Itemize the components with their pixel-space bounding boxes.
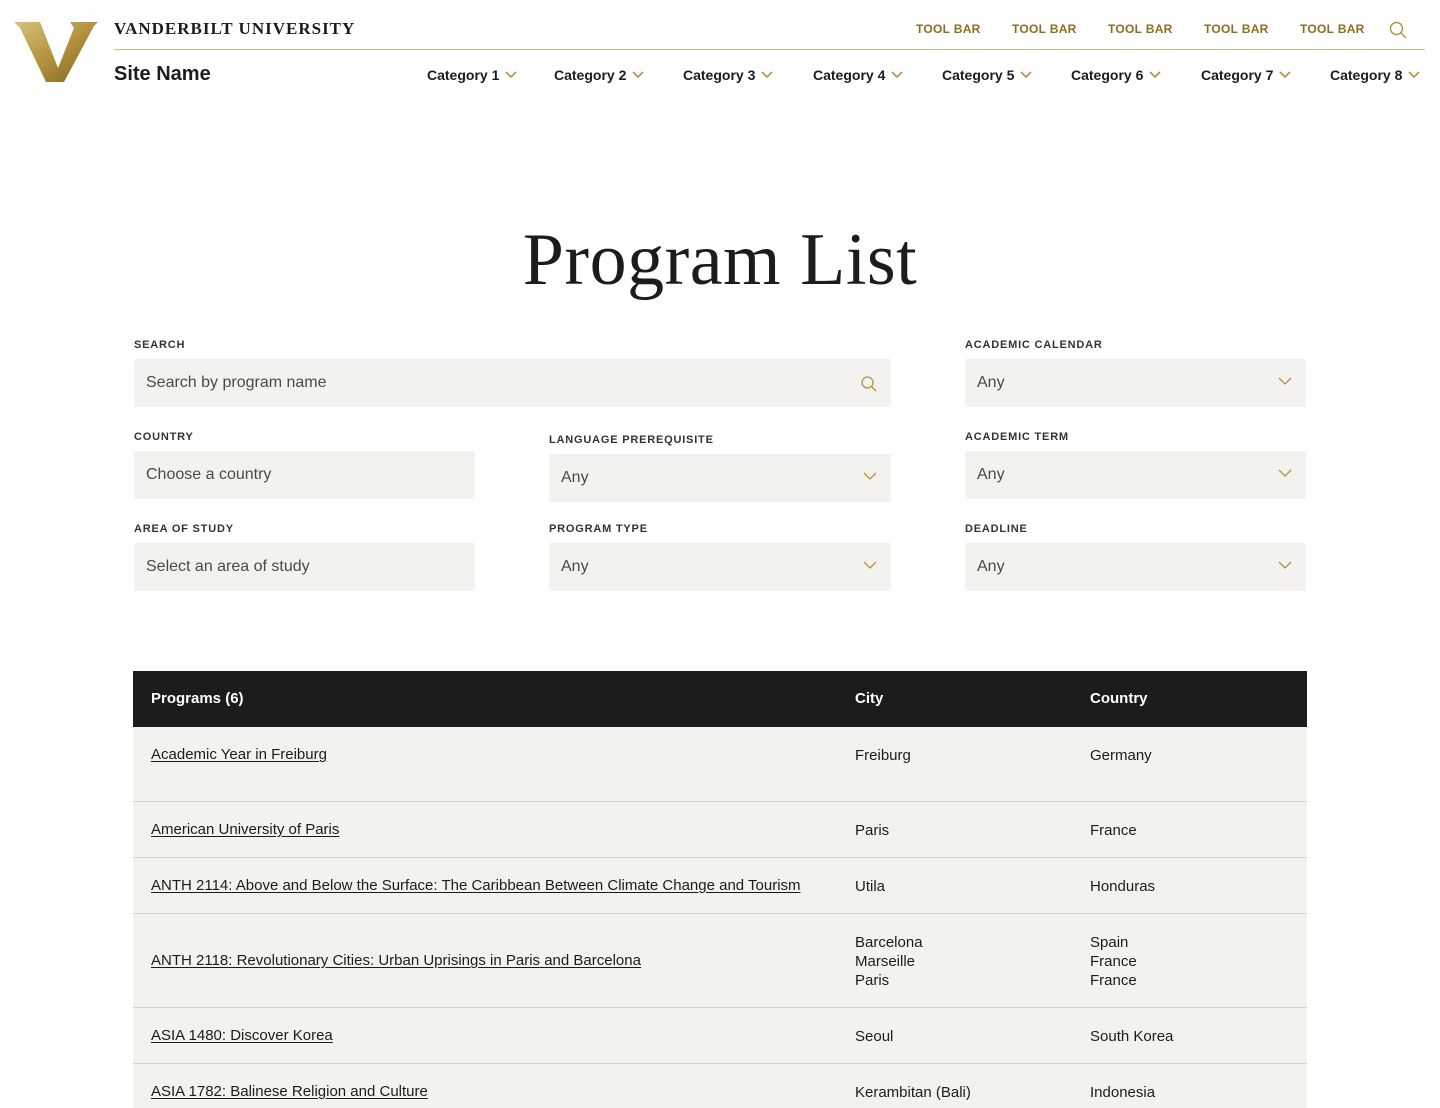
main-nav: Category 1 Category 2 Category 3 Categor… <box>0 67 1440 87</box>
chevron-down-icon <box>863 561 877 569</box>
nav-category-5[interactable]: Category 5 <box>942 67 1032 83</box>
city-cell: Paris <box>855 822 890 839</box>
program-link[interactable]: ASIA 1782: Balinese Religion and Culture <box>151 1083 428 1100</box>
country-placeholder: Choose a country <box>146 466 272 483</box>
country-cell: Honduras <box>1090 878 1156 895</box>
table-row: Academic Year in Freiburg Freiburg Germa… <box>133 727 1307 802</box>
search-input[interactable]: Search by program name <box>134 359 891 407</box>
table-row: ASIA 1480: Discover Korea Seoul South Ko… <box>133 1008 1307 1064</box>
chevron-down-icon <box>761 71 773 79</box>
chevron-down-icon <box>1020 71 1032 79</box>
program-link[interactable]: ANTH 2118: Revolutionary Cities: Urban U… <box>151 952 641 969</box>
city-cell: Freiburg <box>855 747 911 764</box>
toolbar-link-3[interactable]: TOOL BAR <box>1108 22 1173 36</box>
programs-column-header[interactable]: Programs (6) <box>151 690 244 707</box>
chevron-down-icon <box>1279 71 1291 79</box>
nav-category-1[interactable]: Category 1 <box>427 67 517 83</box>
header-divider <box>114 49 1425 50</box>
nav-category-2[interactable]: Category 2 <box>554 67 644 83</box>
university-wordmark[interactable]: VANDERBILT UNIVERSITY <box>114 19 355 39</box>
academic-calendar-label: ACADEMIC CALENDAR <box>965 339 1103 351</box>
nav-category-6[interactable]: Category 6 <box>1071 67 1161 83</box>
city-cell: Utila <box>855 878 886 895</box>
deadline-value: Any <box>977 558 1005 575</box>
country-cell: Germany <box>1090 747 1152 764</box>
city-cell: Barcelona Marseille Paris <box>855 934 923 989</box>
academic-calendar-select[interactable]: Any <box>965 359 1306 407</box>
academic-term-select[interactable]: Any <box>965 451 1306 499</box>
city-column-header[interactable]: City <box>855 690 883 707</box>
toolbar-link-1[interactable]: TOOL BAR <box>916 22 981 36</box>
academic-term-value: Any <box>977 466 1005 483</box>
chevron-down-icon <box>1408 71 1420 79</box>
table-row: ANTH 2114: Above and Below the Surface: … <box>133 858 1307 914</box>
program-type-select[interactable]: Any <box>549 543 891 591</box>
country-input[interactable]: Choose a country <box>134 451 475 499</box>
toolbar-link-4[interactable]: TOOL BAR <box>1204 22 1269 36</box>
country-cell: Spain France France <box>1090 934 1137 989</box>
language-prerequisite-label: LANGUAGE PREREQUISITE <box>549 434 714 446</box>
chevron-down-icon <box>1149 71 1161 79</box>
toolbar-link-2[interactable]: TOOL BAR <box>1012 22 1077 36</box>
deadline-select[interactable]: Any <box>965 543 1306 591</box>
nav-category-8[interactable]: Category 8 <box>1330 67 1420 83</box>
chevron-down-icon <box>1278 377 1292 385</box>
program-link[interactable]: ANTH 2114: Above and Below the Surface: … <box>151 877 801 894</box>
country-label: COUNTRY <box>134 431 194 443</box>
search-label: SEARCH <box>134 339 186 351</box>
chevron-down-icon <box>505 71 517 79</box>
academic-calendar-value: Any <box>977 374 1005 391</box>
academic-term-label: ACADEMIC TERM <box>965 431 1069 443</box>
table-header: Programs (6) City Country <box>133 671 1307 727</box>
table-row: ANTH 2118: Revolutionary Cities: Urban U… <box>133 914 1307 1008</box>
program-type-label: PROGRAM TYPE <box>549 523 648 535</box>
nav-category-3[interactable]: Category 3 <box>683 67 773 83</box>
program-link[interactable]: American University of Paris <box>151 821 339 838</box>
table-row: American University of Paris Paris Franc… <box>133 802 1307 858</box>
program-link[interactable]: ASIA 1480: Discover Korea <box>151 1027 333 1044</box>
area-of-study-placeholder: Select an area of study <box>146 558 310 575</box>
deadline-label: DEADLINE <box>965 523 1028 535</box>
chevron-down-icon <box>891 71 903 79</box>
table-row: ASIA 1782: Balinese Religion and Culture… <box>133 1064 1307 1108</box>
chevron-down-icon <box>863 472 877 480</box>
search-placeholder: Search by program name <box>146 374 327 391</box>
country-cell: France <box>1090 822 1137 839</box>
program-table: Programs (6) City Country Academic Year … <box>133 671 1307 1108</box>
nav-category-4[interactable]: Category 4 <box>813 67 903 83</box>
city-cell: Kerambitan (Bali) <box>855 1084 971 1101</box>
program-link[interactable]: Academic Year in Freiburg <box>151 746 327 763</box>
language-prerequisite-select[interactable]: Any <box>549 454 891 502</box>
search-icon[interactable] <box>860 375 878 393</box>
country-cell: South Korea <box>1090 1028 1174 1045</box>
country-cell: Indonesia <box>1090 1084 1156 1101</box>
area-of-study-input[interactable]: Select an area of study <box>134 543 475 591</box>
country-column-header[interactable]: Country <box>1090 690 1148 707</box>
language-prerequisite-value: Any <box>561 469 589 486</box>
toolbar-link-5[interactable]: TOOL BAR <box>1300 22 1365 36</box>
area-of-study-label: AREA OF STUDY <box>134 523 234 535</box>
chevron-down-icon <box>1278 561 1292 569</box>
chevron-down-icon <box>632 71 644 79</box>
program-type-value: Any <box>561 558 589 575</box>
nav-category-7[interactable]: Category 7 <box>1201 67 1291 83</box>
page-title: Program List <box>522 219 918 301</box>
city-cell: Seoul <box>855 1028 894 1045</box>
chevron-down-icon <box>1278 469 1292 477</box>
search-icon[interactable] <box>1388 20 1408 40</box>
